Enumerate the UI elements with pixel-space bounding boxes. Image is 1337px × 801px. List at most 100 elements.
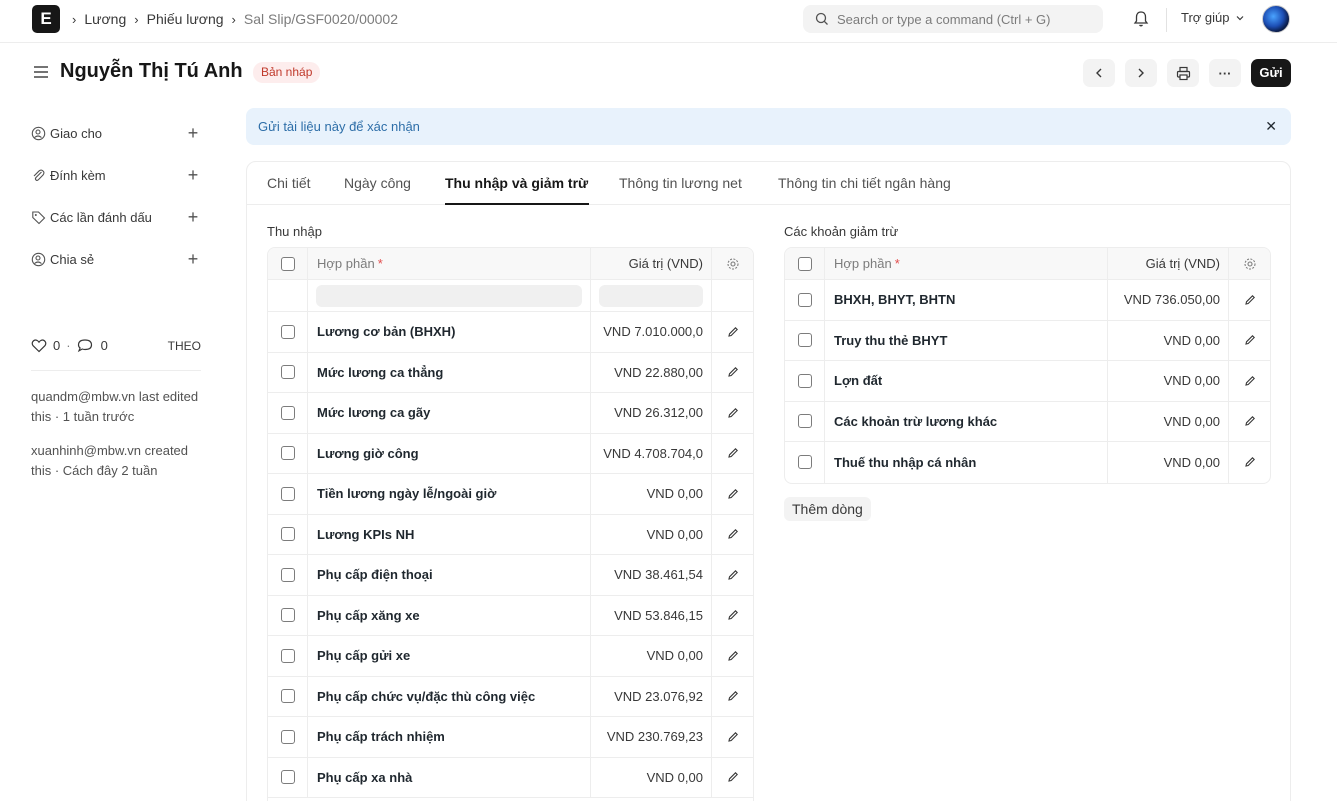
amount-cell[interactable]: VND 0,00 (1108, 320, 1229, 360)
amount-cell[interactable]: VND 22.880,00 (591, 352, 712, 392)
app-logo[interactable]: E (32, 5, 60, 33)
table-row[interactable]: Phụ cấp trách nhiệm VND 230.769,23 (268, 717, 753, 758)
amount-cell[interactable]: VND 38.461,54 (591, 555, 712, 595)
help-dropdown[interactable]: Trợ giúp (1181, 10, 1245, 25)
component-cell[interactable]: Thuế thu nhập cá nhân (825, 442, 1108, 483)
amount-cell[interactable]: VND 0,00 (1108, 361, 1229, 401)
plus-icon[interactable]: + (185, 208, 201, 226)
comment-icon[interactable] (77, 338, 93, 353)
edit-row-cell[interactable] (1229, 442, 1270, 483)
print-button[interactable] (1167, 59, 1199, 87)
table-row[interactable]: Lương KPIs NH VND 0,00 (268, 514, 753, 555)
edit-row-cell[interactable] (712, 474, 753, 514)
amount-cell[interactable]: VND 26.312,00 (591, 393, 712, 433)
amount-cell[interactable]: VND 230.769,23 (591, 717, 712, 757)
row-checkbox[interactable] (280, 527, 295, 542)
component-cell[interactable]: Tiền lương ngày lễ/ngoài giờ (308, 474, 591, 514)
table-row[interactable]: Lợn đất VND 0,00 (785, 361, 1270, 402)
row-checkbox[interactable] (280, 365, 295, 380)
component-cell[interactable]: BHXH, BHYT, BHTN (825, 280, 1108, 320)
column-settings[interactable] (1229, 248, 1270, 279)
table-row[interactable]: Mức lương ca gãy VND 26.312,00 (268, 393, 753, 434)
table-row[interactable]: Phụ cấp xa nhà VND 0,00 (268, 757, 753, 798)
bell-icon[interactable] (1131, 9, 1151, 29)
heart-icon[interactable] (31, 338, 47, 353)
breadcrumb-item-current[interactable]: Sal Slip/GSF0020/00002 (244, 11, 398, 27)
component-cell[interactable]: Lương cơ bản (BHXH) (308, 312, 591, 352)
tab-earnings-deductions[interactable]: Thu nhập và giảm trừ (445, 175, 588, 191)
table-row[interactable]: Phụ cấp chức vụ/đặc thù công việc VND 23.… (268, 676, 753, 717)
tab-working-days[interactable]: Ngày công (344, 175, 411, 191)
table-row[interactable]: Truy thu thẻ BHYT VND 0,00 (785, 320, 1270, 361)
component-cell[interactable]: Phụ cấp xăng xe (308, 595, 591, 635)
table-row[interactable]: Mức lương ca thẳng VND 22.880,00 (268, 352, 753, 393)
component-cell[interactable]: Phụ cấp điện thoại (308, 555, 591, 595)
table-row[interactable]: Lương giờ công VND 4.708.704,0 (268, 433, 753, 474)
sidebar-item-tags[interactable]: Các lần đánh dấu + (31, 207, 201, 227)
amount-cell[interactable]: VND 7.010.000,0 (591, 312, 712, 352)
row-checkbox[interactable] (797, 292, 812, 307)
component-cell[interactable]: Phụ cấp xa nhà (308, 757, 591, 797)
row-checkbox[interactable] (797, 414, 812, 429)
row-checkbox[interactable] (797, 455, 812, 470)
table-row[interactable]: Lương cơ bản (BHXH) VND 7.010.000,0 (268, 312, 753, 353)
sidebar-toggle-icon[interactable] (32, 63, 50, 81)
breadcrumb-item-luong[interactable]: Lương (84, 11, 126, 27)
component-cell[interactable]: Lương giờ công (308, 433, 591, 473)
component-cell[interactable]: Phụ cấp chức vụ/đặc thù công việc (308, 676, 591, 716)
amount-cell[interactable]: VND 4.708.704,0 (591, 433, 712, 473)
filter-component-input[interactable] (316, 284, 582, 307)
row-checkbox[interactable] (280, 770, 295, 785)
component-cell[interactable]: Truy thu thẻ BHYT (825, 320, 1108, 360)
edit-row-cell[interactable] (1229, 402, 1270, 442)
table-row[interactable]: Tiền lương ngày lễ/ngoài giờ VND 0,00 (268, 474, 753, 515)
component-cell[interactable]: Phụ cấp gửi xe (308, 636, 591, 676)
close-icon[interactable]: ✕ (1265, 108, 1277, 145)
tab-net-pay[interactable]: Thông tin lương net (619, 175, 742, 191)
previous-button[interactable] (1083, 59, 1115, 87)
amount-cell[interactable]: VND 0,00 (1108, 401, 1229, 441)
amount-cell[interactable]: VND 0,00 (591, 757, 712, 797)
search-input[interactable]: Search or type a command (Ctrl + G) (803, 5, 1103, 33)
row-checkbox[interactable] (797, 333, 812, 348)
amount-cell[interactable]: VND 0,00 (591, 474, 712, 514)
follow-button[interactable]: THEO (168, 339, 201, 353)
sidebar-item-assign[interactable]: Giao cho + (31, 123, 201, 143)
next-button[interactable] (1125, 59, 1157, 87)
sidebar-item-share[interactable]: Chia sẻ + (31, 249, 201, 269)
edit-row-cell[interactable] (712, 434, 753, 474)
table-row[interactable]: Phụ cấp xăng xe VND 53.846,15 (268, 595, 753, 636)
amount-cell[interactable]: VND 0,00 (591, 514, 712, 554)
row-checkbox[interactable] (280, 405, 295, 420)
amount-cell[interactable]: VND 736.050,00 (1108, 280, 1229, 320)
row-checkbox[interactable] (280, 446, 295, 461)
plus-icon[interactable]: + (185, 166, 201, 184)
component-cell[interactable]: Lương KPIs NH (308, 514, 591, 554)
row-checkbox[interactable] (280, 324, 295, 339)
edit-row-cell[interactable] (712, 515, 753, 555)
edit-row-cell[interactable] (712, 312, 753, 352)
edit-row-cell[interactable] (1229, 280, 1270, 320)
table-row[interactable]: Các khoản trừ lương khác VND 0,00 (785, 401, 1270, 442)
column-settings[interactable] (712, 248, 753, 279)
table-row[interactable]: Phụ cấp điện thoại VND 38.461,54 (268, 555, 753, 596)
breadcrumb-item-phieu-luong[interactable]: Phiếu lương (147, 11, 224, 27)
component-cell[interactable]: Phụ cấp trách nhiệm (308, 717, 591, 757)
component-cell[interactable]: Mức lương ca thẳng (308, 352, 591, 392)
filter-amount-input[interactable] (599, 284, 703, 307)
edit-row-cell[interactable] (712, 717, 753, 757)
amount-cell[interactable]: VND 53.846,15 (591, 595, 712, 635)
row-checkbox[interactable] (280, 729, 295, 744)
tab-bank-details[interactable]: Thông tin chi tiết ngân hàng (778, 175, 951, 191)
edit-row-cell[interactable] (712, 636, 753, 676)
table-row[interactable]: Thuế thu nhập cá nhân VND 0,00 (785, 442, 1270, 483)
table-row[interactable]: BHXH, BHYT, BHTN VND 736.050,00 (785, 280, 1270, 321)
add-row-button[interactable]: Thêm dòng (784, 497, 871, 521)
edit-row-cell[interactable] (712, 555, 753, 595)
select-all-checkbox[interactable] (797, 256, 812, 271)
select-all-checkbox[interactable] (280, 256, 295, 271)
amount-cell[interactable]: VND 23.076,92 (591, 676, 712, 716)
edit-row-cell[interactable] (712, 677, 753, 717)
row-checkbox[interactable] (280, 608, 295, 623)
tab-details[interactable]: Chi tiết (267, 175, 311, 191)
